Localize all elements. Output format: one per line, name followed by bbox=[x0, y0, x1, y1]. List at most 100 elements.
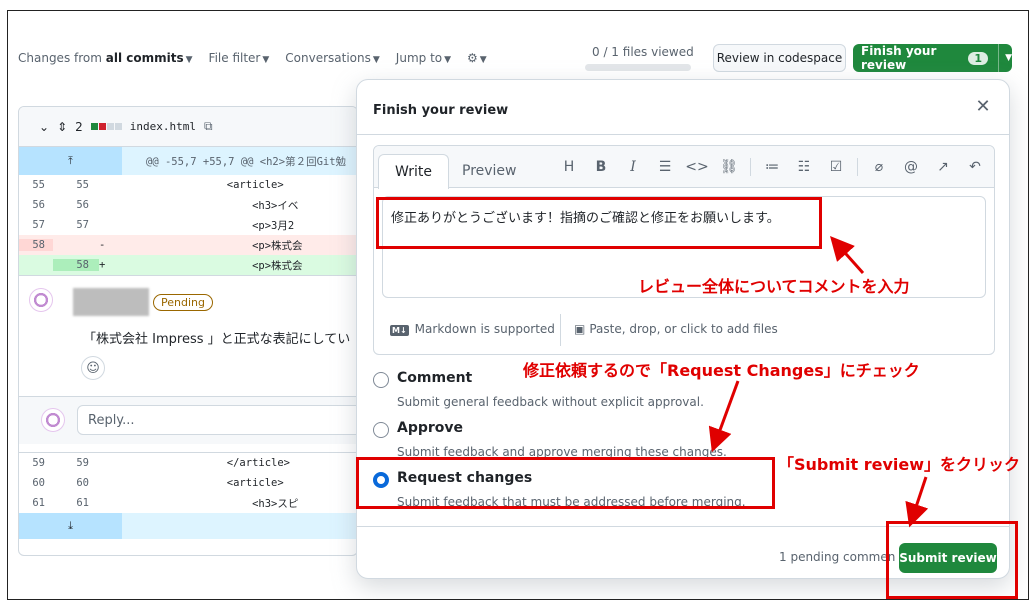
diff-line: 56 56 <h3>イベ bbox=[19, 195, 357, 215]
add-files-button[interactable]: ▣ Paste, drop, or click to add files bbox=[574, 322, 778, 336]
code-text: </article> bbox=[113, 457, 291, 469]
cross-reference-icon[interactable]: ↗ bbox=[930, 155, 956, 179]
markdown-supported-link[interactable]: M↓ Markdown is supported bbox=[390, 322, 555, 336]
diffstat-icon bbox=[90, 123, 122, 130]
new-line-number[interactable]: 61 bbox=[53, 497, 99, 509]
reply-input[interactable]: Reply... bbox=[77, 405, 357, 435]
close-icon[interactable]: ✕ bbox=[971, 94, 995, 118]
pending-badge: Pending bbox=[153, 294, 213, 311]
bold-icon[interactable]: B bbox=[588, 155, 614, 179]
code-text: <article> bbox=[113, 477, 284, 489]
radio-approve[interactable] bbox=[373, 422, 389, 438]
file-filter-menu[interactable]: File filter ▼ bbox=[209, 51, 270, 65]
annotation-box-request-changes bbox=[356, 457, 775, 509]
diff-line: 59 59 </article> bbox=[19, 453, 357, 473]
markdown-icon: M↓ bbox=[390, 325, 409, 336]
annotation-overall-comment: レビュー全体についてコメントを入力 bbox=[638, 277, 910, 296]
code-icon[interactable]: <> bbox=[684, 155, 710, 179]
new-line-number[interactable]: 58 bbox=[53, 259, 99, 271]
screenshot-frame: Changes from all commits ▼ File filter ▼ C… bbox=[7, 10, 1029, 600]
reply-row: Reply... bbox=[19, 396, 357, 444]
tab-write[interactable]: Write bbox=[378, 154, 449, 189]
code-text: <p>3月2 bbox=[113, 219, 295, 232]
ordered-list-icon[interactable]: ≔ bbox=[759, 155, 785, 179]
task-list-icon[interactable]: ☑ bbox=[823, 155, 849, 179]
gear-icon: ⚙ bbox=[467, 51, 478, 65]
changes-from-menu[interactable]: Changes from all commits ▼ bbox=[18, 51, 193, 65]
link-icon[interactable]: ⛓ bbox=[716, 155, 742, 179]
code-text: <article> bbox=[113, 179, 284, 191]
new-line-number[interactable]: 55 bbox=[53, 179, 99, 191]
old-line-number[interactable]: 57 bbox=[19, 219, 53, 231]
diff-line: 60 60 <article> bbox=[19, 473, 357, 493]
diff-line: 57 57 <p>3月2 bbox=[19, 215, 357, 235]
finish-review-button[interactable]: Finish your review 1 ▼ bbox=[853, 44, 1012, 72]
collapse-icon[interactable]: ⌄ bbox=[39, 120, 49, 134]
diff-line: 58 + <p>株式会 bbox=[19, 255, 357, 275]
quote-icon[interactable]: ☰ bbox=[652, 155, 678, 179]
tab-preview[interactable]: Preview bbox=[446, 154, 533, 188]
hunk-header: ⤒ @@ -55,7 +55,7 @@ <h2>第２回Git勉 bbox=[19, 147, 357, 175]
review-comment-thread: Pending 「株式会社 Impress 」と正式な表記にしてい ☺ Repl… bbox=[19, 275, 357, 453]
annotation-box-comment bbox=[376, 197, 822, 249]
diff-rows: 59 59 </article> 60 60 <article> 61 61 <h3>スピ bbox=[19, 453, 357, 513]
chevron-down-icon: ▼ bbox=[1005, 53, 1012, 63]
files-viewed-progress bbox=[585, 64, 691, 71]
diff-line: 61 61 <h3>スピ bbox=[19, 493, 357, 513]
annotation-request-changes: 修正依頼するので「Request Changes」にチェック bbox=[523, 361, 920, 380]
hunk-footer: ⤓ bbox=[19, 513, 357, 539]
comment-body: 「株式会社 Impress 」と正式な表記にしてい bbox=[83, 332, 351, 347]
annotation-click-submit: 「Submit review」をクリック bbox=[778, 455, 1021, 474]
diff-rows: 55 55 <article> 56 56 <h3>イベ 57 57 <p>3月2 58- … bbox=[19, 175, 357, 275]
old-line-number[interactable]: 61 bbox=[19, 497, 53, 509]
expand-up-icon[interactable]: ⤒ bbox=[19, 147, 122, 175]
old-line-number[interactable]: 55 bbox=[19, 179, 53, 191]
mention-icon[interactable]: @ bbox=[898, 155, 924, 179]
chevron-down-icon: ▼ bbox=[444, 55, 452, 65]
files-viewed-count: 0 / 1 files viewed bbox=[592, 45, 694, 59]
chevron-down-icon: ▼ bbox=[479, 55, 487, 65]
diff-line: 55 55 <article> bbox=[19, 175, 357, 195]
new-line-number[interactable]: 59 bbox=[53, 457, 99, 469]
file-diff-panel: ⌄ ⇕ 2 index.html ⧉ ⤒ @@ -55,7 +55,7 @@ <… bbox=[18, 106, 358, 556]
new-line-number[interactable]: 60 bbox=[53, 477, 99, 489]
dialog-title: Finish your review bbox=[373, 103, 509, 118]
expand-down-icon[interactable]: ⤓ bbox=[19, 513, 122, 539]
new-line-number[interactable]: 57 bbox=[53, 219, 99, 231]
code-text: <p>株式会 bbox=[113, 239, 303, 252]
diff-line: 58 - <p>株式会 bbox=[19, 235, 357, 255]
editor-footer: M↓ Markdown is supported ▣ Paste, drop, or… bbox=[374, 306, 994, 354]
image-icon: ▣ bbox=[574, 322, 586, 336]
old-line-number[interactable]: 60 bbox=[19, 477, 53, 489]
heading-icon[interactable]: H bbox=[556, 155, 582, 179]
blurred-username bbox=[73, 288, 149, 316]
diff-sign: - bbox=[99, 239, 106, 251]
changes-count: 2 bbox=[75, 119, 83, 134]
review-in-codespace-button[interactable]: Review in codespace bbox=[713, 44, 846, 72]
conversations-menu[interactable]: Conversations ▼ bbox=[285, 51, 380, 65]
old-line-number[interactable]: 56 bbox=[19, 199, 53, 211]
undo-icon[interactable]: ↶ bbox=[962, 155, 988, 179]
file-name: index.html bbox=[129, 120, 196, 133]
unordered-list-icon[interactable]: ☷ bbox=[791, 155, 817, 179]
avatar bbox=[29, 288, 53, 312]
avatar bbox=[41, 408, 65, 432]
expand-all-icon[interactable]: ⇕ bbox=[57, 120, 67, 134]
code-text: <h3>イベ bbox=[113, 199, 299, 212]
code-text: <h3>スピ bbox=[113, 497, 299, 510]
new-line-number[interactable]: 56 bbox=[53, 199, 99, 211]
settings-menu[interactable]: ⚙ ▼ bbox=[467, 51, 487, 65]
pending-comments-count: 1 pending commen bbox=[779, 550, 896, 564]
italic-icon[interactable]: I bbox=[620, 155, 646, 179]
smiley-icon[interactable]: ☺ bbox=[81, 356, 105, 380]
chevron-down-icon: ▼ bbox=[372, 55, 380, 65]
jump-to-menu[interactable]: Jump to ▼ bbox=[396, 51, 451, 65]
old-line-number[interactable]: 59 bbox=[19, 457, 53, 469]
copy-icon[interactable]: ⧉ bbox=[204, 119, 213, 134]
diff-sign: + bbox=[99, 259, 106, 271]
chevron-down-icon: ▼ bbox=[185, 55, 193, 65]
attach-icon[interactable]: ⌀ bbox=[866, 155, 892, 179]
radio-comment[interactable] bbox=[373, 372, 389, 388]
old-line-number[interactable]: 58 bbox=[19, 239, 53, 251]
editor-tabs: Write Preview H B I ☰ <> ⛓ ≔ ☷ ☑ ⌀ @ ↗ ↶ bbox=[374, 146, 994, 189]
